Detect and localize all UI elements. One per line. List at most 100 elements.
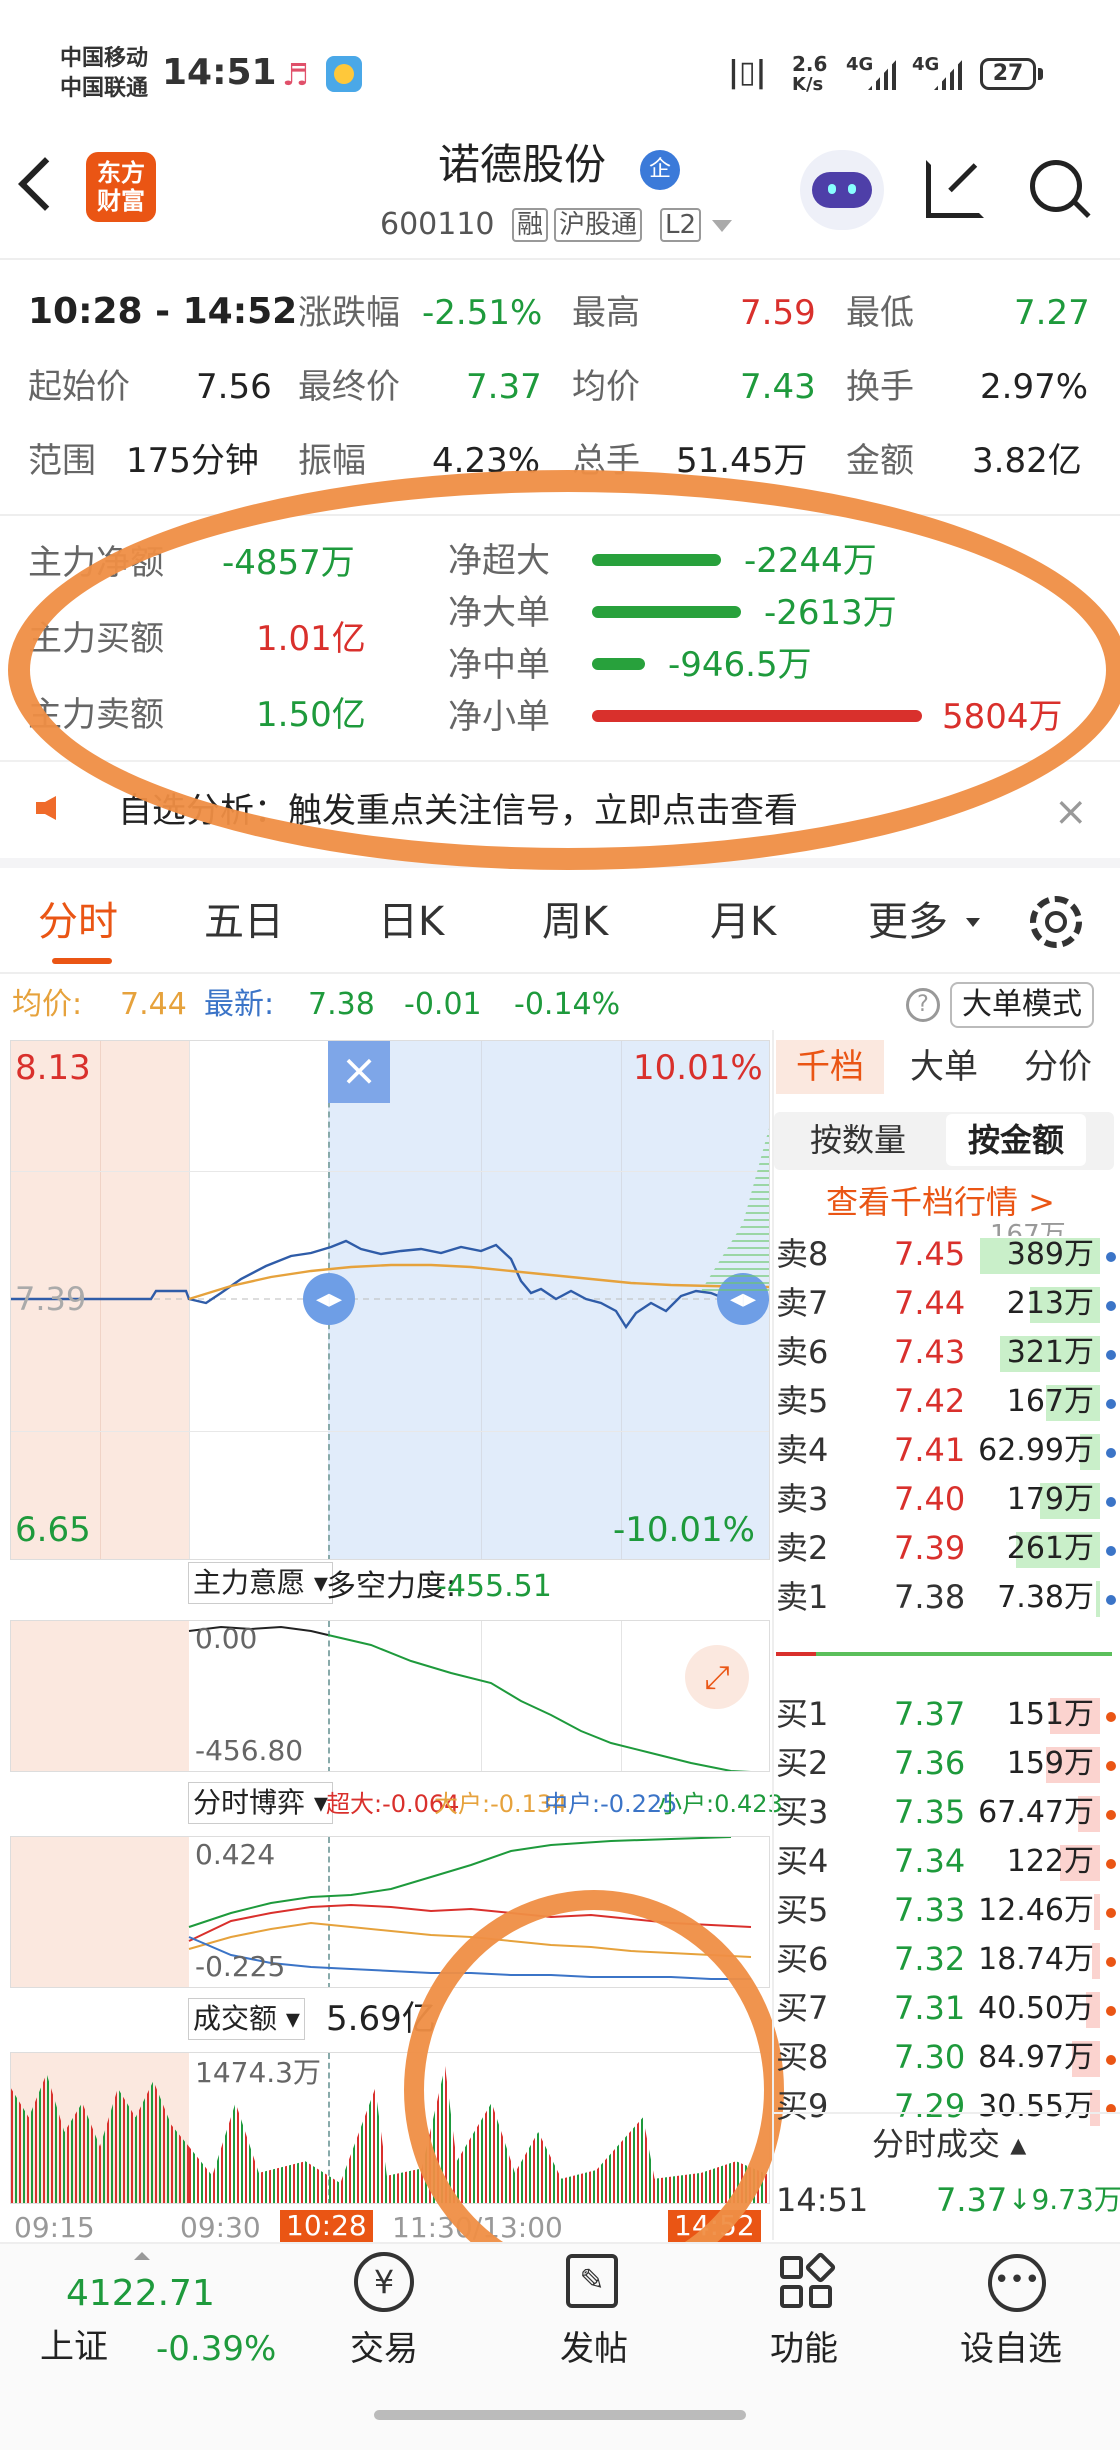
logo-line-2: 财富: [97, 187, 145, 215]
depth-dot-icon: [1106, 2006, 1116, 2016]
ask-row[interactable]: 卖4 7.41 62.99万: [776, 1428, 1116, 1472]
close-notice-icon[interactable]: ×: [1054, 792, 1088, 832]
price-svg: [11, 1239, 769, 1330]
stat-value: 51.45万: [676, 441, 808, 481]
search-handle: [1071, 198, 1091, 219]
depth-level: 买1: [776, 1695, 829, 1733]
depth-amount: 261万: [1006, 1531, 1094, 1566]
depth-amount: 12.46万: [978, 1893, 1094, 1928]
function-icon[interactable]: [780, 2251, 837, 2308]
ask-row[interactable]: 卖2 7.39 261万: [776, 1526, 1116, 1570]
ask-row[interactable]: 卖7 7.44 213万: [776, 1281, 1116, 1325]
volume-max: 1474.3万: [195, 2056, 321, 2089]
help-icon[interactable]: ?: [906, 988, 940, 1022]
tab-intraday[interactable]: 分时: [38, 902, 118, 942]
stat-value: 7.37: [466, 367, 542, 407]
nav-trade[interactable]: 交易: [350, 2332, 418, 2366]
depth-by-amount[interactable]: 按金额: [946, 1114, 1087, 1166]
ask-row[interactable]: 卖1 7.38 7.38万: [776, 1575, 1116, 1619]
last-label: 最新:: [204, 987, 275, 1022]
last-change: -0.01: [404, 987, 482, 1022]
tab-five-day[interactable]: 五日: [204, 902, 284, 942]
ask-row[interactable]: 卖5 7.42 167万: [776, 1379, 1116, 1423]
depth-price: 7.33: [894, 1891, 966, 1929]
more-dots-icon[interactable]: •••: [988, 2254, 1046, 2312]
price-mid-label: 7.39: [15, 1280, 87, 1318]
depth-dot-icon: [1106, 1252, 1116, 1262]
depth-tab-thousand[interactable]: 千档: [776, 1040, 884, 1094]
depth-amount: 159万: [1006, 1746, 1094, 1781]
bid-row[interactable]: 买5 7.33 12.46万: [776, 1888, 1116, 1932]
signal-4g-1: 4G: [846, 54, 874, 75]
indicator2-name: 分时博弈: [193, 1786, 306, 1819]
stat-value: 7.43: [740, 367, 816, 407]
stat-label: 振幅: [298, 441, 366, 481]
back-icon[interactable]: [18, 157, 72, 211]
nav-add-watchlist[interactable]: 设自选: [960, 2332, 1062, 2366]
bid-row[interactable]: 买1 7.37 151万: [776, 1692, 1116, 1736]
tag-margin: 融: [512, 208, 549, 242]
settings-gear-icon[interactable]: [1030, 896, 1082, 948]
bid-row[interactable]: 买9 7.29 30.55万: [776, 2084, 1116, 2128]
tab-daily-k[interactable]: 日K: [378, 902, 444, 942]
bid-row[interactable]: 买4 7.34 122万: [776, 1839, 1116, 1883]
depth-tab-big-order[interactable]: 大单: [910, 1050, 978, 1084]
depth-price: 7.36: [894, 1744, 966, 1782]
bid-row[interactable]: 买7 7.31 40.50万: [776, 1986, 1116, 2030]
ask-row[interactable]: 卖6 7.43 321万: [776, 1330, 1116, 1374]
app-logo[interactable]: 东方 财富: [86, 152, 156, 222]
depth-dot-icon: [1106, 1761, 1116, 1771]
net-speed-top: 2.6: [792, 52, 828, 76]
indicator1-select[interactable]: 主力意愿 ▾: [188, 1562, 333, 1604]
indicator2-top: 0.424: [195, 1838, 276, 1871]
indicator3-select[interactable]: 成交额 ▾: [188, 1998, 305, 2040]
trade-icon[interactable]: ¥: [354, 2252, 414, 2312]
depth-dot-icon: [1106, 1546, 1116, 1556]
index-value[interactable]: 4122.71: [66, 2276, 215, 2312]
depth-amount: 30.55万: [978, 2089, 1094, 2124]
ask-row[interactable]: 卖3 7.40 179万: [776, 1477, 1116, 1521]
assistant-robot-icon[interactable]: [800, 150, 884, 230]
bid-row[interactable]: 买6 7.32 18.74万: [776, 1937, 1116, 1981]
big-order-mode-button[interactable]: 大单模式: [950, 982, 1094, 1028]
nav-post[interactable]: 发帖: [560, 2332, 628, 2366]
nav-function[interactable]: 功能: [770, 2332, 838, 2366]
bid-row[interactable]: 买3 7.35 67.47万: [776, 1790, 1116, 1834]
bid-row[interactable]: 买8 7.30 84.97万: [776, 2035, 1116, 2079]
depth-price: 7.31: [894, 1989, 966, 2027]
depth-price: 7.42: [894, 1382, 966, 1420]
depth-dot-icon: [1106, 1497, 1116, 1507]
time-range-start: 10:28: [280, 2210, 373, 2242]
price-top-label: 8.13: [15, 1048, 91, 1088]
depth-tab-price[interactable]: 分价: [1024, 1050, 1092, 1084]
depth-price: 7.39: [894, 1529, 966, 1567]
depth-price: 7.45: [894, 1235, 966, 1273]
view-depth-link[interactable]: 查看千档行情 >: [826, 1186, 1055, 1218]
dropdown-arrow-icon[interactable]: [712, 220, 732, 232]
expand-icon[interactable]: ⤢: [685, 1645, 749, 1709]
close-selection-button[interactable]: ×: [328, 1041, 390, 1103]
depth-price: 7.35: [894, 1793, 966, 1831]
depth-level: 买5: [776, 1891, 829, 1929]
range-handle-left[interactable]: ◂▸: [303, 1273, 355, 1325]
stat-value: 2.97%: [980, 367, 1089, 407]
indicator2-select[interactable]: 分时博弈 ▾: [188, 1782, 333, 1824]
depth-by-quantity[interactable]: 按数量: [810, 1124, 906, 1156]
tab-indicator: [52, 958, 112, 964]
depth-price: 7.38: [894, 1578, 966, 1616]
last-value: 7.38: [308, 987, 375, 1022]
tab-more[interactable]: 更多: [868, 902, 948, 942]
tab-monthly-k[interactable]: 月K: [710, 902, 776, 942]
tick-price: 7.37: [936, 2181, 1008, 2219]
ask-row[interactable]: 卖8 7.45 389万: [776, 1232, 1116, 1276]
depth-amount-bar: [1094, 1894, 1100, 1930]
intraday-chart[interactable]: 8.13 6.65 7.39 10.01% -10.01% × ◂▸ ◂▸: [10, 1040, 770, 1560]
bid-row[interactable]: 买2 7.36 159万: [776, 1741, 1116, 1785]
post-icon[interactable]: ✎: [566, 2254, 618, 2308]
tick-title[interactable]: 分时成交 ▴: [872, 2128, 1026, 2160]
tab-weekly-k[interactable]: 周K: [542, 902, 608, 942]
depth-amount: 40.50万: [978, 1991, 1094, 2026]
depth-level: 买9: [776, 2087, 829, 2125]
annotation-ellipse-1: [8, 470, 1120, 870]
depth-level: 卖4: [776, 1431, 829, 1469]
